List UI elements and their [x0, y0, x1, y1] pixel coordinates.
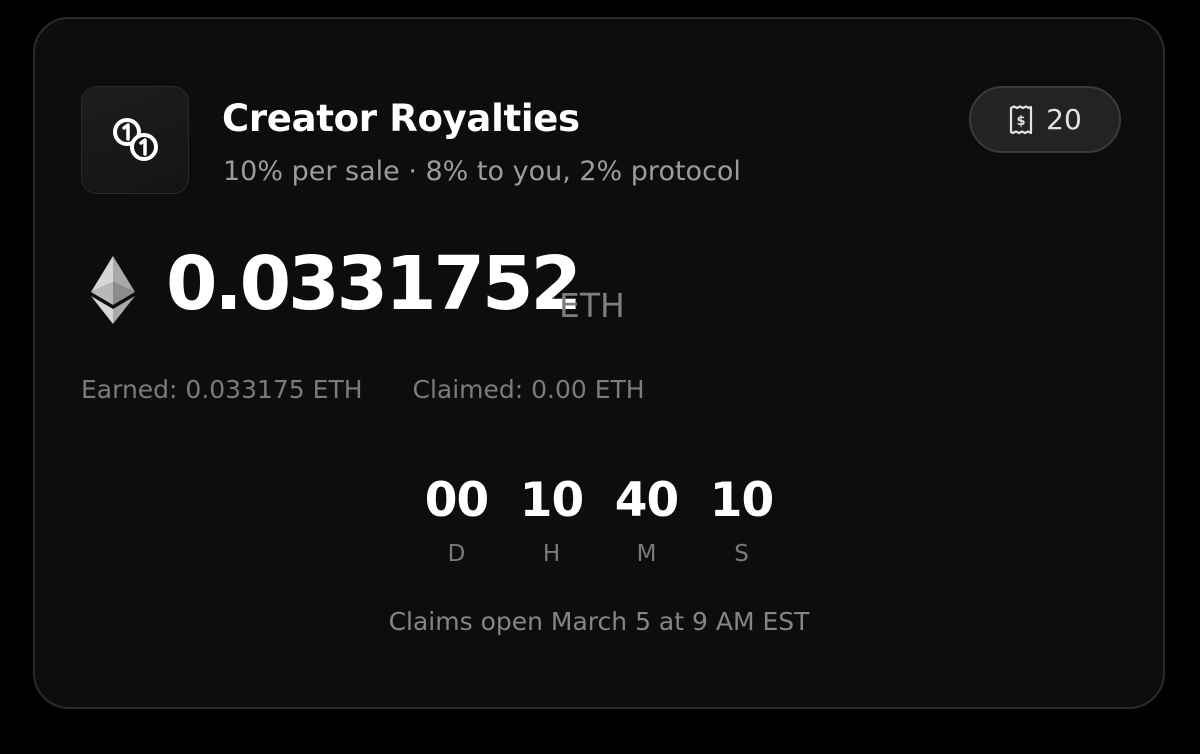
receipts-count: 20: [1046, 103, 1082, 136]
earned-value: Earned: 0.033175 ETH: [81, 375, 363, 404]
royalties-card: Creator Royalties 10% per sale · 8% to y…: [33, 17, 1165, 709]
countdown-days: 00 D: [409, 477, 504, 567]
countdown-value: 10: [519, 473, 584, 528]
balance-amount: 0.0331752: [166, 241, 582, 327]
countdown-value: 10: [709, 473, 774, 528]
countdown-minutes: 40 M: [599, 477, 694, 567]
countdown-seconds: 10 S: [694, 477, 789, 567]
card-title: Creator Royalties: [222, 97, 580, 140]
balance-unit: ETH: [559, 286, 625, 325]
countdown-label: H: [542, 541, 561, 567]
earnings-stats: Earned: 0.033175 ETH Claimed: 0.00 ETH: [81, 375, 645, 404]
coins-icon: [81, 86, 189, 194]
countdown-value: 40: [614, 473, 679, 528]
countdown-hours: 10 H: [504, 477, 599, 567]
receipts-badge[interactable]: $ 20: [969, 86, 1121, 153]
countdown-label: D: [447, 541, 466, 567]
ethereum-icon: [91, 256, 135, 324]
countdown-label: M: [636, 541, 657, 567]
claimed-value: Claimed: 0.00 ETH: [412, 375, 645, 404]
claim-countdown: 00 D 10 H 40 M 10 S: [409, 477, 789, 567]
card-subtitle: 10% per sale · 8% to you, 2% protocol: [223, 156, 741, 187]
svg-text:$: $: [1017, 114, 1026, 129]
countdown-value: 00: [424, 473, 489, 528]
countdown-label: S: [734, 541, 749, 567]
receipt-icon: $: [1010, 104, 1033, 134]
claim-open-note: Claims open March 5 at 9 AM EST: [388, 607, 810, 636]
